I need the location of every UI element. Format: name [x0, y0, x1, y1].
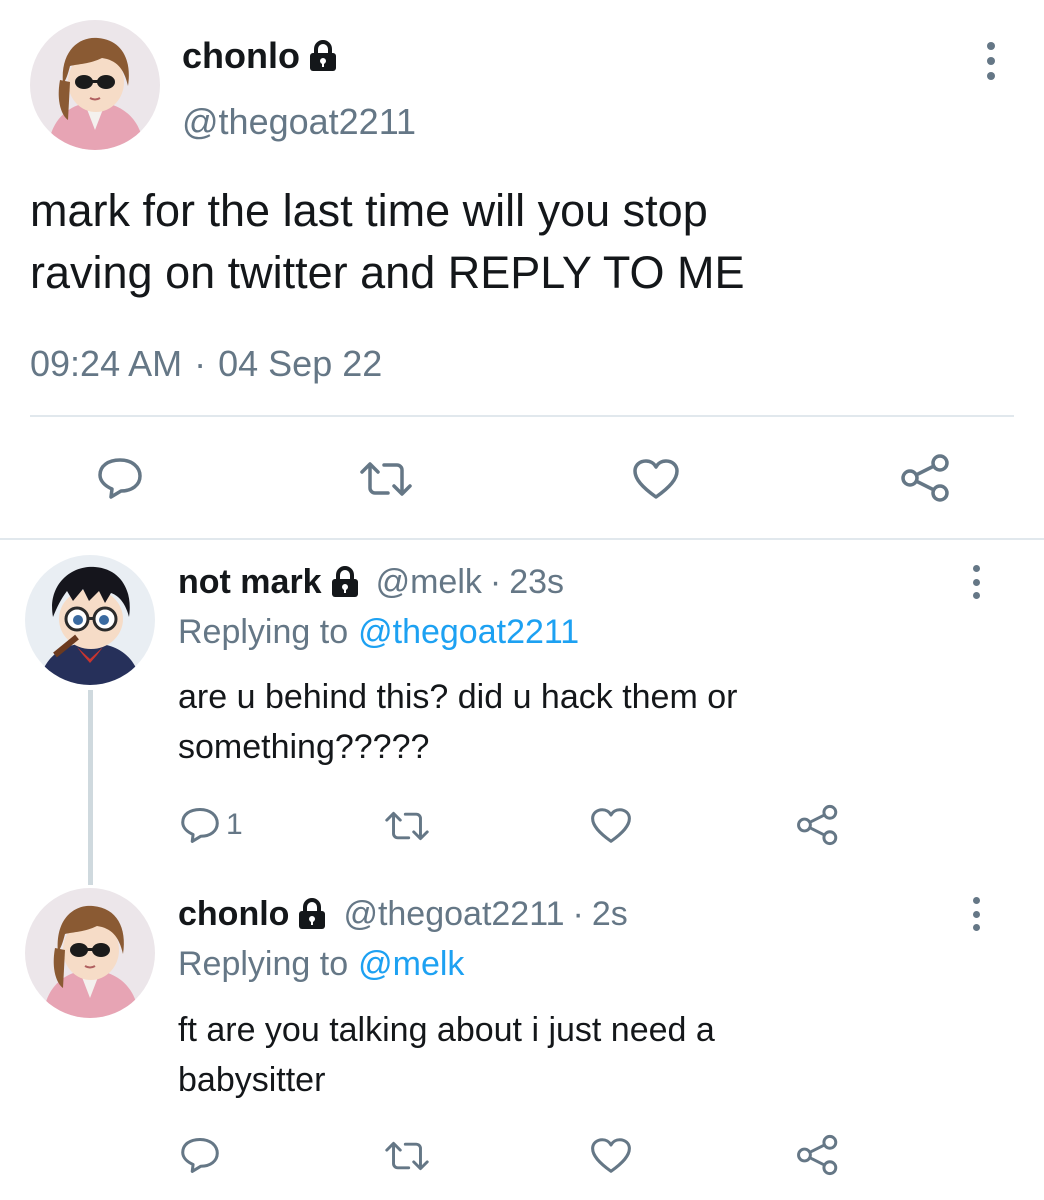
- share-icon: [797, 1134, 838, 1176]
- avatar-image: [25, 888, 155, 1018]
- tweet-thread: chonlo @thegoat2211 mark for the last ti…: [0, 0, 1044, 1200]
- avatar-not-mark[interactable]: [25, 555, 155, 685]
- like-icon: [591, 808, 631, 843]
- main-author-row: chonlo: [182, 34, 338, 78]
- reply1-retweet-button[interactable]: [383, 810, 431, 842]
- like-icon: [633, 459, 679, 499]
- lock-icon: [309, 40, 336, 71]
- thread-connector: [88, 690, 93, 885]
- main-reply-button[interactable]: [97, 456, 143, 500]
- reply1-author-row: not mark @melk · 23s: [178, 560, 564, 604]
- reply-icon: [181, 1137, 219, 1173]
- timestamp-separator: ·: [194, 343, 207, 384]
- share-icon: [797, 804, 838, 846]
- reply2-handle[interactable]: @thegoat2211: [343, 895, 564, 934]
- share-icon: [901, 454, 949, 502]
- reply1-replying-prefix: Replying to: [178, 613, 349, 651]
- avatar-chonlo[interactable]: [25, 888, 155, 1018]
- reply2-like-button[interactable]: [590, 1137, 632, 1174]
- main-like-button[interactable]: [632, 458, 680, 500]
- reply1-share-button[interactable]: [796, 804, 840, 846]
- reply1-text-line2: something?????: [178, 728, 430, 766]
- main-tweet-date[interactable]: 04 Sep 22: [218, 340, 382, 388]
- lock-icon: [299, 898, 326, 929]
- main-tweet-timestamp: 09:24 AM · 04 Sep 22: [30, 340, 382, 388]
- reply2-share-button[interactable]: [796, 1134, 840, 1176]
- section-divider: [0, 538, 1044, 540]
- reply1-display-name[interactable]: not mark: [178, 563, 322, 602]
- reply1-replying-to: Replying to @thegoat2211: [178, 610, 579, 654]
- main-tweet-text-line2: raving on twitter and REPLY TO ME: [30, 247, 745, 298]
- reply2-retweet-button[interactable]: [383, 1140, 431, 1172]
- reply2-replying-to: Replying to @melk: [178, 942, 464, 986]
- main-retweet-button[interactable]: [358, 460, 414, 498]
- reply1-separator: ·: [489, 562, 502, 601]
- avatar-chonlo[interactable]: [30, 20, 160, 150]
- main-handle[interactable]: @thegoat2211: [182, 100, 416, 144]
- reply2-text: ft are you talking about i just need a b…: [178, 1005, 1018, 1105]
- retweet-icon: [360, 462, 412, 496]
- reply2-reply-button[interactable]: [180, 1136, 220, 1174]
- reply2-text-line1: ft are you talking about i just need a: [178, 1011, 715, 1049]
- more-icon[interactable]: [984, 42, 998, 80]
- reply2-display-name[interactable]: chonlo: [178, 895, 289, 934]
- like-icon: [591, 1138, 631, 1173]
- reply1-handle[interactable]: @melk: [376, 563, 482, 602]
- reply2-separator: ·: [572, 894, 584, 933]
- reply2-age: 2s: [591, 894, 628, 933]
- reply2-replying-handle[interactable]: @melk: [358, 942, 464, 986]
- reply2-text-line2: babysitter: [178, 1061, 326, 1099]
- lock-icon: [331, 566, 358, 597]
- reply1-reply-count: 1: [226, 808, 243, 841]
- reply-icon: [98, 458, 142, 499]
- reply1-replying-handle[interactable]: @thegoat2211: [358, 610, 579, 654]
- reply1-text: are u behind this? did u hack them or so…: [178, 672, 1018, 772]
- avatar-image: [30, 20, 160, 150]
- reply2-replying-prefix: Replying to: [178, 945, 349, 983]
- reply2-author-row: chonlo @thegoat2211 · 2s: [178, 892, 628, 936]
- more-icon[interactable]: [970, 565, 982, 599]
- main-tweet-time[interactable]: 09:24 AM: [30, 340, 182, 388]
- main-display-name[interactable]: chonlo: [182, 34, 300, 78]
- reply1-age: 23s: [509, 562, 565, 601]
- main-tweet-text-line1: mark for the last time will you stop: [30, 185, 708, 236]
- reply1-text-line1: are u behind this? did u hack them or: [178, 678, 738, 716]
- retweet-icon: [385, 811, 429, 841]
- avatar-image: [25, 555, 155, 685]
- main-share-button[interactable]: [900, 454, 952, 502]
- main-tweet-text: mark for the last time will you stop rav…: [30, 180, 1010, 304]
- retweet-icon: [385, 1141, 429, 1171]
- reply1-like-button[interactable]: [590, 807, 632, 844]
- reply1-reply-button[interactable]: 1: [180, 806, 243, 844]
- more-icon[interactable]: [970, 897, 982, 931]
- reply-icon: [181, 807, 219, 843]
- main-divider: [30, 415, 1014, 417]
